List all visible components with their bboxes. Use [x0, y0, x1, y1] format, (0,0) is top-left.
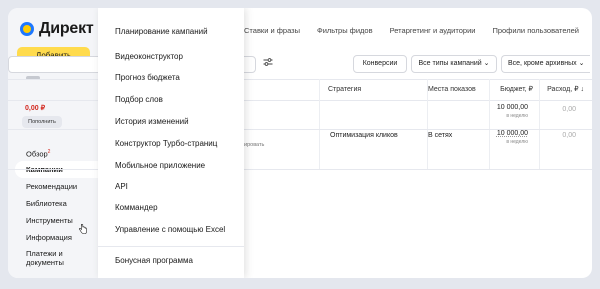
- column-budget[interactable]: Бюджет, ₽: [493, 80, 533, 100]
- menu-item-commander[interactable]: Коммандер: [115, 203, 158, 212]
- column-placements[interactable]: Места показов: [428, 80, 476, 100]
- hand-cursor-icon: [79, 224, 87, 234]
- sidebar-item-label: Библиотека: [26, 199, 67, 208]
- budget-value[interactable]: 10 000,00: [478, 130, 528, 137]
- sidebar-item-recommendations[interactable]: Рекомендации: [15, 178, 100, 195]
- menu-item-excel[interactable]: Управление с помощью Excel: [115, 225, 225, 234]
- campaign-action-link[interactable]: ировать: [244, 142, 264, 148]
- sliders-icon: [263, 58, 273, 66]
- sidebar-item-label: Рекомендации: [26, 182, 78, 191]
- filter-settings-icon[interactable]: [261, 57, 275, 71]
- budget-period: в неделю: [506, 139, 528, 145]
- conversions-button[interactable]: Конверсии: [353, 55, 407, 73]
- campaign-types-value: Все типы кампаний: [418, 60, 482, 67]
- sidebar-item-label: Инструменты: [26, 216, 73, 225]
- sidebar-item-payments[interactable]: Платежи и документы: [15, 246, 100, 272]
- chevron-down-icon: ⌄: [483, 60, 490, 67]
- app-window: Директ Добавить 0,00 ₽ Пополнить Обзор2 …: [8, 8, 592, 278]
- budget-period: в неделю: [506, 113, 528, 119]
- sidebar-item-label: Информация: [26, 233, 72, 242]
- tab-bids-phrases[interactable]: Ставки и фразы: [244, 26, 300, 35]
- logo[interactable]: Директ: [20, 20, 94, 38]
- sort-arrow-icon: ↓: [580, 86, 585, 93]
- sidebar-item-information[interactable]: Информация: [15, 229, 100, 246]
- menu-item-api[interactable]: API: [115, 182, 128, 191]
- archive-filter-value: Все, кроме архивных: [508, 60, 577, 67]
- menu-item-video-builder[interactable]: Видеоконструктор: [115, 52, 183, 61]
- tab-user-profiles[interactable]: Профили пользователей: [492, 26, 579, 35]
- top-tabs: Ставки и фразы Фильтры фидов Ретаргетинг…: [244, 26, 579, 35]
- menu-item-bonus-program[interactable]: Бонусная программа: [115, 256, 193, 265]
- brand-name: Директ: [39, 20, 94, 37]
- strategy-value: Оптимизация кликов: [330, 132, 398, 139]
- spend-value: 0,00: [562, 106, 576, 113]
- archive-filter-select[interactable]: Все, кроме архивных ⌄: [501, 55, 590, 73]
- budget-value[interactable]: 10 000,00: [478, 104, 528, 111]
- tab-feed-filters[interactable]: Фильтры фидов: [317, 26, 373, 35]
- menu-item-turbo-pages[interactable]: Конструктор Турбо-страниц: [115, 139, 217, 148]
- column-spend[interactable]: Расход, ₽ ↓: [538, 80, 584, 100]
- sidebar-item-tools[interactable]: Инструменты: [15, 212, 100, 229]
- menu-item-change-history[interactable]: История изменений: [115, 117, 189, 126]
- column-spend-label: Расход, ₽: [547, 86, 579, 93]
- menu-divider: [98, 246, 244, 247]
- sidebar-item-label: Платежи и документы: [26, 249, 64, 267]
- table-header: Стратегия Места показов Бюджет, ₽ Расход…: [8, 79, 592, 101]
- placements-value: В сетях: [428, 132, 453, 139]
- chevron-down-icon: ⌄: [578, 60, 585, 67]
- menu-item-budget-forecast[interactable]: Прогноз бюджета: [115, 73, 180, 82]
- sidebar-item-library[interactable]: Библиотека: [15, 195, 100, 212]
- tools-dropdown-menu: Планирование кампаний Видеоконструктор П…: [98, 8, 244, 278]
- yandex-direct-logo-icon: [20, 22, 34, 36]
- tab-retargeting[interactable]: Ретаргетинг и аудитории: [390, 26, 476, 35]
- menu-item-campaign-planning[interactable]: Планирование кампаний: [115, 27, 208, 36]
- column-strategy[interactable]: Стратегия: [328, 80, 361, 100]
- menu-item-mobile-app[interactable]: Мобильное приложение: [115, 161, 205, 170]
- spend-value: 0,00: [562, 132, 576, 139]
- menu-item-keyword-picker[interactable]: Подбор слов: [115, 95, 163, 104]
- campaign-types-select[interactable]: Все типы кампаний ⌄: [411, 55, 497, 73]
